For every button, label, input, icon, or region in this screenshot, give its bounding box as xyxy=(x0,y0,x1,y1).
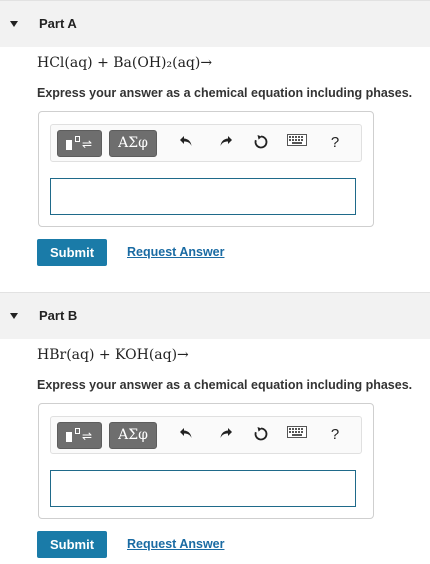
equilibrium-arrows-icon: ⇌ xyxy=(82,137,93,151)
template-superscript-icon xyxy=(75,428,80,434)
part-title: Part A xyxy=(39,16,77,31)
answer-input[interactable] xyxy=(50,178,356,215)
help-button[interactable]: ? xyxy=(324,425,346,445)
answer-editor: ⇌ ΑΣφ ? xyxy=(38,403,374,519)
template-block-icon xyxy=(66,432,72,442)
templates-button[interactable]: ⇌ xyxy=(57,422,102,449)
request-answer-link[interactable]: Request Answer xyxy=(127,537,224,551)
part-b-header[interactable]: Part B xyxy=(0,292,430,339)
request-answer-link[interactable]: Request Answer xyxy=(127,245,224,259)
submit-button[interactable]: Submit xyxy=(37,531,107,558)
undo-icon[interactable] xyxy=(175,134,197,154)
templates-button[interactable]: ⇌ xyxy=(57,130,102,157)
template-superscript-icon xyxy=(75,136,80,142)
greek-symbols-button[interactable]: ΑΣφ xyxy=(109,422,157,449)
greek-symbols-button[interactable]: ΑΣφ xyxy=(109,130,157,157)
question-equation: HBr(aq) + KOH(aq)→ xyxy=(37,347,189,363)
caret-down-icon[interactable] xyxy=(10,313,18,319)
keyboard-icon[interactable] xyxy=(284,426,310,446)
redo-icon[interactable] xyxy=(215,134,237,154)
keyboard-icon[interactable] xyxy=(284,134,310,154)
equilibrium-arrows-icon: ⇌ xyxy=(82,429,93,443)
help-button[interactable]: ? xyxy=(324,133,346,153)
part-title: Part B xyxy=(39,308,78,323)
question-instruction: Express your answer as a chemical equati… xyxy=(37,86,413,100)
question-equation: HCl(aq) + Ba(OH)₂(aq)→ xyxy=(37,55,213,71)
template-block-icon xyxy=(66,140,72,150)
answer-editor: ⇌ ΑΣφ ? xyxy=(38,111,374,227)
caret-down-icon[interactable] xyxy=(10,21,18,27)
reset-icon[interactable] xyxy=(250,426,272,446)
submit-button[interactable]: Submit xyxy=(37,239,107,266)
undo-icon[interactable] xyxy=(175,426,197,446)
reset-icon[interactable] xyxy=(250,134,272,154)
editor-toolbar: ⇌ ΑΣφ ? xyxy=(50,124,362,162)
answer-input[interactable] xyxy=(50,470,356,507)
question-instruction: Express your answer as a chemical equati… xyxy=(37,378,413,392)
redo-icon[interactable] xyxy=(215,426,237,446)
editor-toolbar: ⇌ ΑΣφ ? xyxy=(50,416,362,454)
part-a-header[interactable]: Part A xyxy=(0,0,430,47)
